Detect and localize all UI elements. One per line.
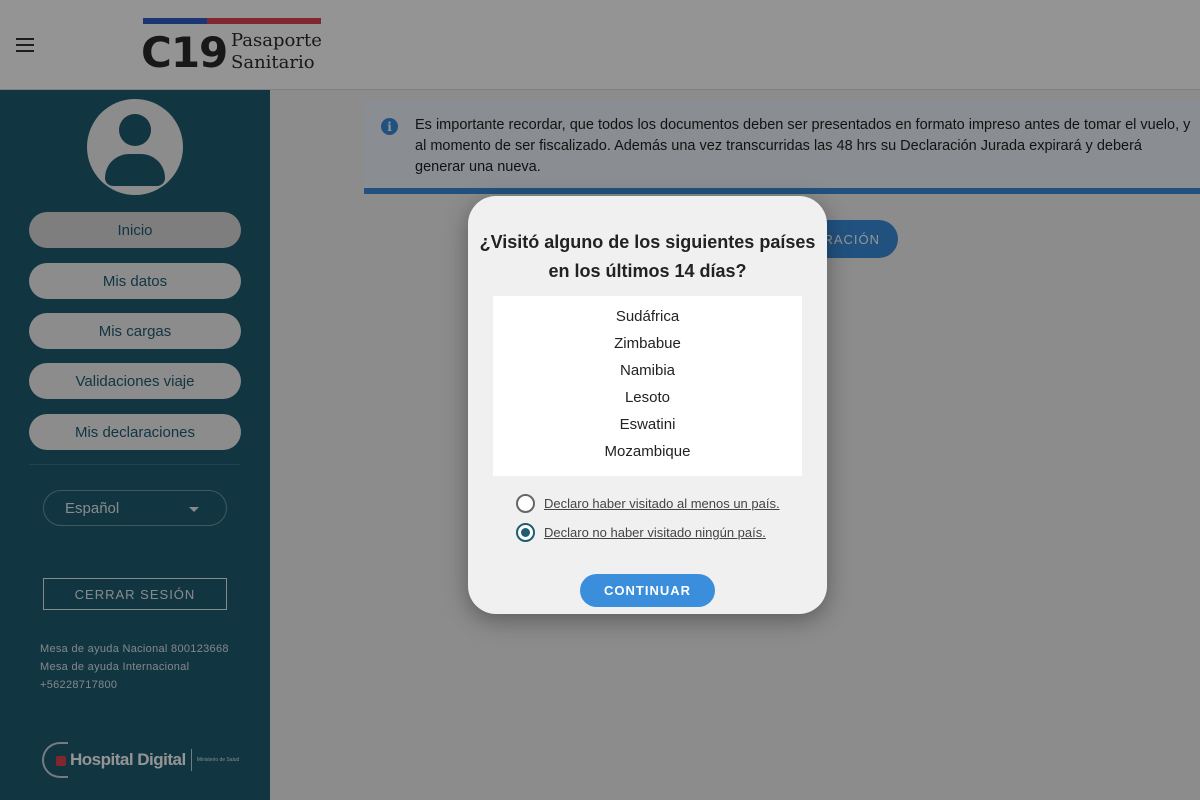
country-list: Sudáfrica Zimbabue Namibia Lesoto Eswati…: [493, 296, 802, 476]
list-item: Namibia: [619, 362, 676, 379]
dialog-title: ¿Visitó alguno de los siguientes países …: [468, 228, 827, 286]
option-not-visited-label[interactable]: Declaro no haber visitado ningún país.: [544, 525, 766, 540]
continue-button[interactable]: CONTINUAR: [580, 574, 715, 607]
option-visited[interactable]: Declaro haber visitado al menos un país.: [516, 494, 780, 513]
list-item: Sudáfrica: [615, 308, 680, 325]
list-item: Mozambique: [604, 443, 691, 460]
radio-unchecked[interactable]: [516, 494, 535, 513]
option-visited-label[interactable]: Declaro haber visitado al menos un país.: [544, 496, 780, 511]
dialog-title-line-1: ¿Visitó alguno de los siguientes países: [479, 232, 816, 252]
list-item: Eswatini: [619, 416, 676, 433]
dialog-title-line-2: en los últimos 14 días?: [548, 261, 747, 281]
list-item: Zimbabue: [614, 335, 681, 352]
list-item: Lesoto: [624, 389, 671, 406]
radio-checked[interactable]: [516, 523, 535, 542]
countries-visited-dialog: ¿Visitó alguno de los siguientes países …: [468, 196, 827, 614]
option-not-visited[interactable]: Declaro no haber visitado ningún país.: [516, 523, 766, 542]
